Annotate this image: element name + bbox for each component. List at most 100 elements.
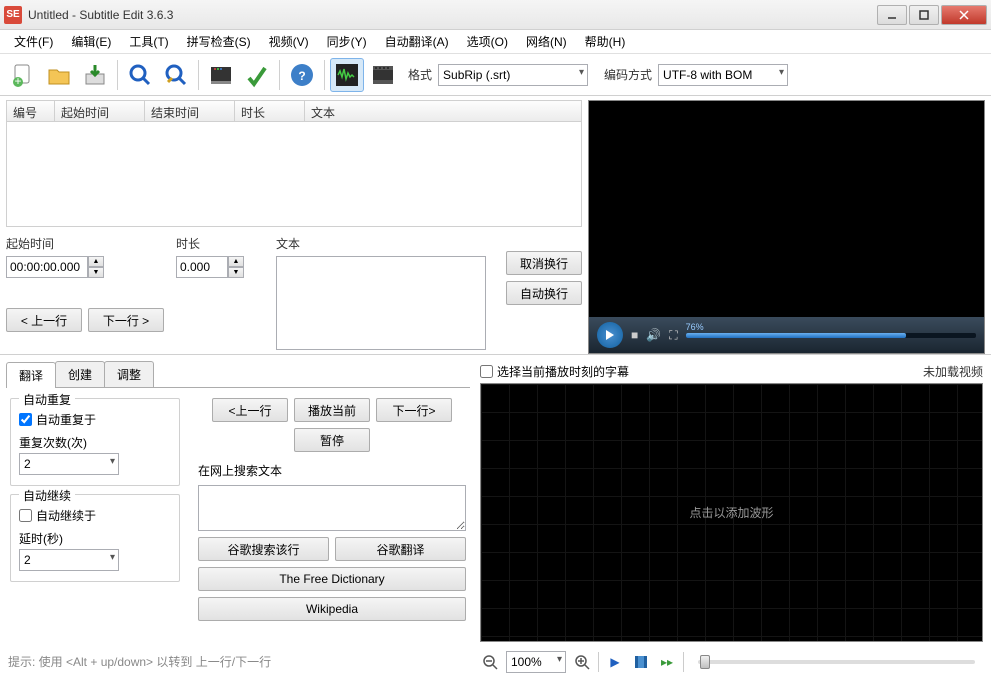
tr-prev-button[interactable]: <上一行 — [212, 398, 288, 422]
menu-edit[interactable]: 编辑(E) — [63, 30, 119, 53]
zoom-bar: 100% ▶ ▸▸ — [480, 648, 983, 676]
video-progress[interactable]: 76% — [686, 330, 976, 340]
svg-text:+: + — [14, 74, 21, 88]
menu-video[interactable]: 视频(V) — [261, 30, 317, 53]
hint-text: 提示: 使用 <Alt + up/down> 以转到 上一行/下一行 — [6, 649, 470, 674]
menu-file[interactable]: 文件(F) — [6, 30, 61, 53]
format-label: 格式 — [408, 66, 432, 83]
menu-options[interactable]: 选项(O) — [459, 30, 516, 53]
start-time-input[interactable] — [6, 256, 88, 278]
wikipedia-button[interactable]: Wikipedia — [198, 597, 466, 621]
col-number[interactable]: 编号 — [7, 101, 55, 121]
col-end[interactable]: 结束时间 — [145, 101, 235, 121]
dur-down[interactable]: ▼ — [228, 267, 244, 278]
search-text-input[interactable] — [198, 485, 466, 531]
progress-percent: 76% — [686, 322, 704, 332]
repeat-count-select[interactable]: 2 — [19, 453, 119, 475]
volume-icon[interactable]: 🔊 — [646, 328, 661, 342]
col-start[interactable]: 起始时间 — [55, 101, 145, 121]
help-button[interactable]: ? — [285, 58, 319, 92]
start-time-spinner[interactable]: ▲▼ — [6, 256, 164, 278]
zoom-select[interactable]: 100% — [506, 651, 566, 673]
titlebar: SE Untitled - Subtitle Edit 3.6.3 — [0, 0, 991, 30]
encoding-label: 编码方式 — [604, 66, 652, 83]
menu-tools[interactable]: 工具(T) — [121, 30, 176, 53]
col-text[interactable]: 文本 — [305, 101, 581, 121]
delay-select[interactable]: 2 — [19, 549, 119, 571]
duration-spinner[interactable]: ▲▼ — [176, 256, 244, 278]
start-down[interactable]: ▼ — [88, 267, 104, 278]
menubar: 文件(F) 编辑(E) 工具(T) 拼写检查(S) 视频(V) 同步(Y) 自动… — [0, 30, 991, 54]
google-translate-button[interactable]: 谷歌翻译 — [335, 537, 466, 561]
auto-repeat-title: 自动重复 — [19, 391, 75, 408]
replace-button[interactable] — [159, 58, 193, 92]
next-line-button[interactable]: 下一行 > — [88, 308, 164, 332]
auto-continue-label: 自动继续于 — [36, 507, 96, 524]
zoom-in-icon[interactable] — [572, 652, 592, 672]
menu-spellcheck[interactable]: 拼写检查(S) — [179, 30, 259, 53]
find-button[interactable] — [123, 58, 157, 92]
open-file-button[interactable] — [42, 58, 76, 92]
subtitle-grid[interactable] — [6, 122, 582, 227]
window-title: Untitled - Subtitle Edit 3.6.3 — [28, 8, 877, 22]
auto-continue-checkbox[interactable] — [19, 509, 32, 522]
play-icon[interactable]: ▶ — [605, 652, 625, 672]
duration-input[interactable] — [176, 256, 228, 278]
toolbar: + ? 格式 SubRip (.srt) 编码方式 UTF-8 with BOM — [0, 54, 991, 96]
play-button[interactable] — [597, 322, 623, 348]
auto-repeat-checkbox[interactable] — [19, 413, 32, 426]
zoom-out-icon[interactable] — [480, 652, 500, 672]
slider-thumb[interactable] — [700, 655, 710, 669]
close-button[interactable] — [941, 5, 987, 25]
format-select[interactable]: SubRip (.srt) — [438, 64, 588, 86]
waveform-toggle-button[interactable] — [330, 58, 364, 92]
position-slider[interactable] — [698, 660, 975, 664]
free-dictionary-button[interactable]: The Free Dictionary — [198, 567, 466, 591]
dur-up[interactable]: ▲ — [228, 256, 244, 267]
tab-translate[interactable]: 翻译 — [6, 362, 56, 388]
auto-repeat-label: 自动重复于 — [36, 411, 96, 428]
start-up[interactable]: ▲ — [88, 256, 104, 267]
autobreak-button[interactable]: 自动换行 — [506, 281, 582, 305]
tr-pause-button[interactable]: 暂停 — [294, 428, 370, 452]
unbreak-button[interactable]: 取消换行 — [506, 251, 582, 275]
save-file-button[interactable] — [78, 58, 112, 92]
menu-sync[interactable]: 同步(Y) — [319, 30, 375, 53]
menu-autotranslate[interactable]: 自动翻译(A) — [377, 30, 457, 53]
svg-text:?: ? — [298, 69, 305, 83]
subtitle-grid-header: 编号 起始时间 结束时间 时长 文本 — [6, 100, 582, 122]
video-controls: ■ 🔊 ⛶ 76% — [589, 317, 984, 353]
tab-create[interactable]: 创建 — [55, 361, 105, 387]
stop-button[interactable]: ■ — [631, 328, 638, 342]
tr-next-button[interactable]: 下一行> — [376, 398, 452, 422]
tr-play-current-button[interactable]: 播放当前 — [294, 398, 370, 422]
waveform-panel[interactable]: 点击以添加波形 — [480, 383, 983, 642]
video-toggle-button[interactable] — [366, 58, 400, 92]
waveform-hint: 点击以添加波形 — [689, 504, 773, 521]
select-current-subtitle-checkbox[interactable] — [480, 365, 493, 378]
prev-line-button[interactable]: < 上一行 — [6, 308, 82, 332]
spellcheck-button[interactable] — [240, 58, 274, 92]
video-panel[interactable]: ■ 🔊 ⛶ 76% — [588, 100, 985, 354]
col-duration[interactable]: 时长 — [235, 101, 305, 121]
menu-network[interactable]: 网络(N) — [518, 30, 575, 53]
repeat-count-label: 重复次数(次) — [19, 434, 171, 451]
auto-repeat-checkbox-row[interactable]: 自动重复于 — [19, 411, 171, 428]
menu-help[interactable]: 帮助(H) — [577, 30, 634, 53]
tab-adjust[interactable]: 调整 — [104, 361, 154, 387]
new-file-button[interactable]: + — [6, 58, 40, 92]
encoding-select[interactable]: UTF-8 with BOM — [658, 64, 788, 86]
delay-label: 延时(秒) — [19, 530, 171, 547]
forward-icon[interactable]: ▸▸ — [657, 652, 677, 672]
subtitle-text-input[interactable] — [276, 256, 486, 350]
google-search-button[interactable]: 谷歌搜索该行 — [198, 537, 329, 561]
fullscreen-icon[interactable]: ⛶ — [669, 328, 677, 343]
app-icon: SE — [4, 6, 22, 24]
visual-sync-button[interactable] — [204, 58, 238, 92]
minimize-button[interactable] — [877, 5, 907, 25]
select-current-subtitle-row[interactable]: 选择当前播放时刻的字幕 — [480, 363, 629, 380]
maximize-button[interactable] — [909, 5, 939, 25]
select-current-subtitle-label: 选择当前播放时刻的字幕 — [497, 363, 629, 380]
auto-continue-checkbox-row[interactable]: 自动继续于 — [19, 507, 171, 524]
film-icon[interactable] — [631, 652, 651, 672]
